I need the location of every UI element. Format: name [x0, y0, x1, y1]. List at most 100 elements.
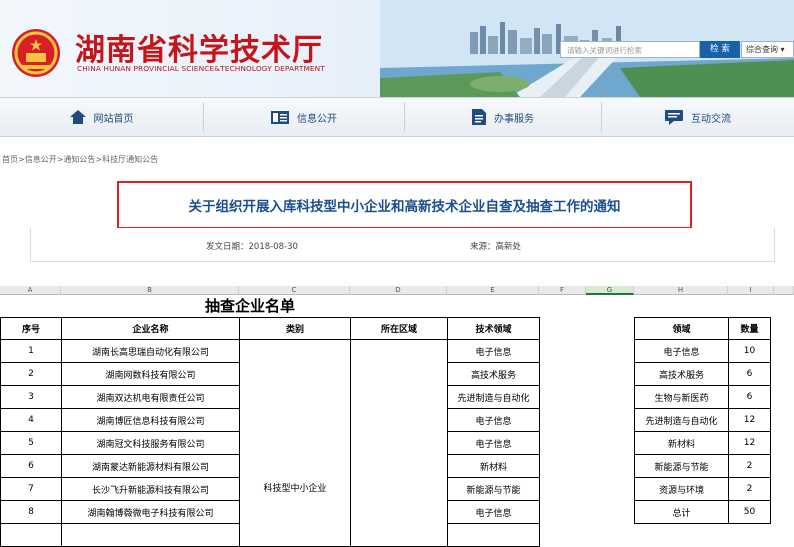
search-button[interactable]: 检 索	[700, 41, 740, 58]
row-number-cell: 7	[0, 477, 62, 501]
column-header-i[interactable]: I	[728, 286, 774, 295]
column-header-h[interactable]: H	[634, 286, 728, 295]
summary-header-cell: 领域	[634, 317, 729, 340]
row-number-cell: 3	[0, 385, 62, 409]
company-name-cell: 长沙飞升新能源科技有限公司	[61, 477, 240, 501]
field-cell: 总计	[634, 500, 729, 524]
field-cell: 资源与环境	[634, 477, 729, 501]
tech-field-cell: 新能源与节能	[447, 477, 540, 501]
column-header-b[interactable]: B	[61, 286, 239, 295]
count-cell: 10	[728, 339, 771, 363]
row-number-cell: 2	[0, 362, 62, 386]
search-scope-label: 综合查询	[746, 45, 778, 54]
nav-item-home[interactable]: 网站首页	[0, 98, 203, 136]
field-cell: 先进制造与自动化	[634, 408, 729, 432]
column-header-f[interactable]: F	[539, 286, 586, 295]
article-title: 关于组织开展入库科技型中小企业和高新技术企业自查及抽查工作的通知	[117, 181, 692, 229]
nav-item-label: 互动交流	[691, 113, 731, 125]
summary-row: 高技术服务 6	[634, 362, 771, 386]
row-number-cell	[0, 523, 62, 547]
nav-item-interaction[interactable]: 互动交流	[602, 98, 794, 136]
category-cell: 科技型中小企业	[239, 339, 351, 547]
company-name-cell	[61, 523, 240, 547]
site-header: 湖南省科学技术厅 CHINA HUNAN PROVINCIAL SCIENCE&…	[0, 0, 794, 97]
category-label: 科技型中小企业	[263, 483, 327, 494]
column-header-e[interactable]: E	[447, 286, 539, 295]
nav-item-services[interactable]: 办事服务	[405, 98, 601, 136]
site-title: 湖南省科学技术厅	[75, 33, 323, 68]
search-input[interactable]: 请输入关键词进行检索	[560, 41, 700, 58]
site-subtitle: CHINA HUNAN PROVINCIAL SCIENCE&TECHNOLOG…	[77, 64, 325, 73]
article-meta-bar	[30, 228, 775, 262]
breadcrumb[interactable]: 首页>信息公开>通知公告>科技厅通知公告	[2, 154, 158, 165]
tech-field-cell: 电子信息	[447, 431, 540, 455]
article-source: 来源：高新处	[470, 242, 522, 252]
summary-table: 领域 数量 电子信息 10 高技术服务 6 生物与新医药 6 先进制造与自动化 12 新材料 12 新能…	[634, 317, 771, 524]
company-name-cell: 湖南冠文科技服务有限公司	[61, 431, 240, 455]
count-cell: 6	[728, 385, 771, 409]
summary-row: 生物与新医药 6	[634, 385, 771, 409]
region-cell	[350, 339, 448, 547]
home-icon	[69, 110, 86, 124]
table-header-cell: 技术领域	[447, 317, 540, 340]
column-header-a[interactable]: A	[0, 286, 61, 295]
sheet-title: 抽查企业名单	[204, 297, 295, 315]
summary-row: 总计 50	[634, 500, 771, 524]
count-cell: 12	[728, 408, 771, 432]
field-cell: 高技术服务	[634, 362, 729, 386]
company-name-cell: 湖南博匠信息科技有限公司	[61, 408, 240, 432]
chat-icon	[665, 109, 683, 125]
tech-field-cell: 先进制造与自动化	[447, 385, 540, 409]
column-header-d[interactable]: D	[350, 286, 447, 295]
company-name-cell: 湖南翰博薇微电子科技有限公司	[61, 500, 240, 524]
info-icon	[271, 110, 289, 124]
count-cell: 12	[728, 431, 771, 455]
row-number-cell: 6	[0, 454, 62, 478]
count-cell: 6	[728, 362, 771, 386]
nav-item-label: 网站首页	[93, 113, 134, 125]
company-table: 序号 企业名称 类别 所在区域 技术领域 1 湖南长高思瑞自动化有限公司 科技型中小企业 电子信…	[0, 317, 540, 547]
company-name-cell: 湖南长高思瑞自动化有限公司	[61, 339, 240, 363]
column-header-c[interactable]: C	[239, 286, 350, 295]
tech-field-cell: 电子信息	[447, 408, 540, 432]
company-name-cell: 湖南蒙达新能源材料有限公司	[61, 454, 240, 478]
main-nav: 网站首页 信息公开 办事服务 互动交流	[0, 97, 794, 137]
column-header-blank	[774, 286, 794, 295]
row-number-cell: 5	[0, 431, 62, 455]
table-row: 1 湖南长高思瑞自动化有限公司 科技型中小企业 电子信息	[0, 339, 540, 547]
row-number-cell: 1	[0, 339, 62, 363]
document-icon	[472, 109, 486, 125]
summary-row: 新能源与节能 2	[634, 454, 771, 478]
publish-date: 发文日期：2018-08-30	[206, 242, 298, 252]
tech-field-cell: 电子信息	[447, 339, 540, 363]
field-cell: 新能源与节能	[634, 454, 729, 478]
row-number-cell: 8	[0, 500, 62, 524]
row-number-cell: 4	[0, 408, 62, 432]
field-cell: 新材料	[634, 431, 729, 455]
summary-row: 新材料 12	[634, 431, 771, 455]
summary-row: 资源与环境 2	[634, 477, 771, 501]
national-emblem-icon	[12, 29, 60, 77]
summary-row: 电子信息 10	[634, 339, 771, 363]
table-header-cell: 所在区域	[350, 317, 448, 340]
count-cell: 2	[728, 454, 771, 478]
table-header-cell: 企业名称	[61, 317, 240, 340]
count-cell: 2	[728, 477, 771, 501]
tech-field-cell: 高技术服务	[447, 362, 540, 386]
count-cell: 50	[728, 500, 771, 524]
nav-item-label: 办事服务	[494, 113, 534, 125]
search-scope-select[interactable]: 综合查询 ▾	[741, 41, 794, 58]
field-cell: 电子信息	[634, 339, 729, 363]
field-cell: 生物与新医药	[634, 385, 729, 409]
tech-field-cell: 电子信息	[447, 500, 540, 524]
summary-row: 先进制造与自动化 12	[634, 408, 771, 432]
tech-field-cell: 新材料	[447, 454, 540, 478]
column-header-g[interactable]: G	[586, 286, 634, 295]
table-header-cell: 类别	[239, 317, 351, 340]
nav-item-info[interactable]: 信息公开	[204, 98, 404, 136]
table-header-cell: 序号	[0, 317, 62, 340]
company-name-cell: 湖南网数科技有限公司	[61, 362, 240, 386]
tech-field-cell	[447, 523, 540, 547]
company-name-cell: 湖南双达机电有限责任公司	[61, 385, 240, 409]
summary-header-cell: 数量	[728, 317, 771, 340]
